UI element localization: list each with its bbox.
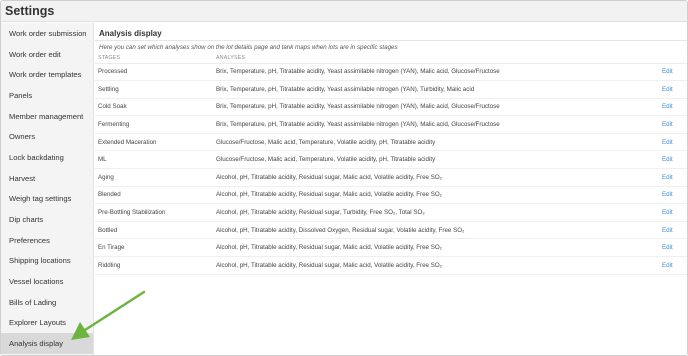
edit-link[interactable]: Edit bbox=[659, 80, 687, 99]
edit-link[interactable]: Edit bbox=[659, 238, 687, 258]
table-header-row: STAGES ANALYSES bbox=[95, 54, 687, 64]
edit-link[interactable]: Edit bbox=[659, 63, 687, 82]
stage-name: En Tirage bbox=[95, 238, 213, 258]
sidebar-item-harvest[interactable]: Harvest bbox=[1, 168, 93, 189]
stage-analyses: Alcohol, pH, Titratable acidity, Residua… bbox=[213, 203, 659, 222]
stage-analyses: Alcohol, pH, Titratable acidity, Residua… bbox=[213, 256, 659, 275]
edit-link[interactable]: Edit bbox=[659, 203, 687, 222]
stage-analyses: Alcohol, pH, Titratable acidity, Residua… bbox=[213, 238, 659, 258]
table-row: Settling Brix, Temperature, pH, Titratab… bbox=[95, 80, 687, 99]
sidebar-item-explorer-layouts[interactable]: Explorer Layouts bbox=[1, 313, 93, 334]
stage-analyses: Alcohol, pH, Titratable acidity, Dissolv… bbox=[213, 221, 659, 240]
table-row: Riddling Alcohol, pH, Titratable acidity… bbox=[95, 256, 687, 275]
sidebar-item-analysis-display[interactable]: Analysis display bbox=[1, 333, 93, 354]
settings-window: Settings Work order submission Work orde… bbox=[0, 0, 688, 356]
edit-link[interactable]: Edit bbox=[659, 150, 687, 170]
stage-name: Processed bbox=[95, 63, 213, 82]
stage-name: Extended Maceration bbox=[95, 133, 213, 152]
edit-link[interactable]: Edit bbox=[659, 186, 687, 205]
stages-table: STAGES ANALYSES Processed Brix, Temperat… bbox=[95, 54, 687, 275]
page-title: Settings bbox=[5, 4, 55, 18]
edit-link[interactable]: Edit bbox=[659, 98, 687, 117]
stage-name: Settling bbox=[95, 80, 213, 99]
stage-name: Bottled bbox=[95, 221, 213, 240]
edit-link[interactable]: Edit bbox=[659, 256, 687, 275]
sidebar-item-bills-of-lading[interactable]: Bills of Lading bbox=[1, 292, 93, 313]
stage-name: Pre-Bottling Stabilization bbox=[95, 203, 213, 222]
panel-description: Here you can set which analyses show on … bbox=[99, 44, 398, 51]
edit-link[interactable]: Edit bbox=[659, 221, 687, 240]
sidebar-item-lock-backdating[interactable]: Lock backdating bbox=[1, 147, 93, 168]
table-row: Bottled Alcohol, pH, Titratable acidity,… bbox=[95, 221, 687, 240]
settings-sidebar: Work order submission Work order edit Wo… bbox=[1, 23, 94, 355]
stage-analyses: Glucose/Fructose, Malic acid, Temperatur… bbox=[213, 133, 659, 152]
sidebar-item-panels[interactable]: Panels bbox=[1, 85, 93, 106]
table-row: Pre-Bottling Stabilization Alcohol, pH, … bbox=[95, 203, 687, 222]
sidebar-item-shipping-locations[interactable]: Shipping locations bbox=[1, 251, 93, 272]
settings-header: Settings bbox=[1, 1, 687, 22]
sidebar-item-dip-charts[interactable]: Dip charts bbox=[1, 209, 93, 230]
table-row: En Tirage Alcohol, pH, Titratable acidit… bbox=[95, 238, 687, 258]
edit-link[interactable]: Edit bbox=[659, 115, 687, 134]
table-row: ML Glucose/Fructose, Malic acid, Tempera… bbox=[95, 150, 687, 170]
edit-link[interactable]: Edit bbox=[659, 168, 687, 187]
table-row: Cold Soak Brix, Temperature, pH, Titrata… bbox=[95, 98, 687, 117]
stage-analyses: Brix, Temperature, pH, Titratable acidit… bbox=[213, 63, 659, 82]
stage-analyses: Brix, Temperature, pH, Titratable acidit… bbox=[213, 80, 659, 99]
sidebar-item-work-order-submission[interactable]: Work order submission bbox=[1, 23, 93, 44]
panel-title: Analysis display bbox=[95, 27, 687, 41]
stage-analyses: Brix, Temperature, pH, Titratable acidit… bbox=[213, 115, 659, 134]
table-row: Blended Alcohol, pH, Titratable acidity,… bbox=[95, 186, 687, 205]
table-row: Aging Alcohol, pH, Titratable acidity, R… bbox=[95, 168, 687, 187]
stage-name: Cold Soak bbox=[95, 98, 213, 117]
sidebar-item-owners[interactable]: Owners bbox=[1, 126, 93, 147]
sidebar-item-work-order-templates[interactable]: Work order templates bbox=[1, 64, 93, 85]
column-header-stages: STAGES bbox=[95, 54, 213, 64]
edit-link[interactable]: Edit bbox=[659, 133, 687, 152]
sidebar-item-vessel-locations[interactable]: Vessel locations bbox=[1, 271, 93, 292]
table-row: Processed Brix, Temperature, pH, Titrata… bbox=[95, 63, 687, 82]
stage-analyses: Brix, Temperature, pH, Titratable acidit… bbox=[213, 98, 659, 117]
stage-name: Blended bbox=[95, 186, 213, 205]
table-row: Fermenting Brix, Temperature, pH, Titrat… bbox=[95, 115, 687, 134]
column-header-actions bbox=[659, 54, 687, 64]
sidebar-item-weigh-tag-settings[interactable]: Weigh tag settings bbox=[1, 189, 93, 210]
stage-name: Fermenting bbox=[95, 115, 213, 134]
stage-name: ML bbox=[95, 150, 213, 170]
analysis-display-panel: Analysis display Here you can set which … bbox=[95, 23, 687, 355]
stage-analyses: Alcohol, pH, Titratable acidity, Residua… bbox=[213, 186, 659, 205]
sidebar-item-member-management[interactable]: Member management bbox=[1, 106, 93, 127]
sidebar-item-preferences[interactable]: Preferences bbox=[1, 230, 93, 251]
sidebar-item-work-order-edit[interactable]: Work order edit bbox=[1, 44, 93, 65]
stage-analyses: Glucose/Fructose, Malic acid, Temperatur… bbox=[213, 150, 659, 170]
column-header-analyses: ANALYSES bbox=[213, 54, 659, 64]
stage-name: Aging bbox=[95, 168, 213, 187]
stage-analyses: Alcohol, pH, Titratable acidity, Residua… bbox=[213, 168, 659, 187]
stage-name: Riddling bbox=[95, 256, 213, 275]
table-row: Extended Maceration Glucose/Fructose, Ma… bbox=[95, 133, 687, 152]
